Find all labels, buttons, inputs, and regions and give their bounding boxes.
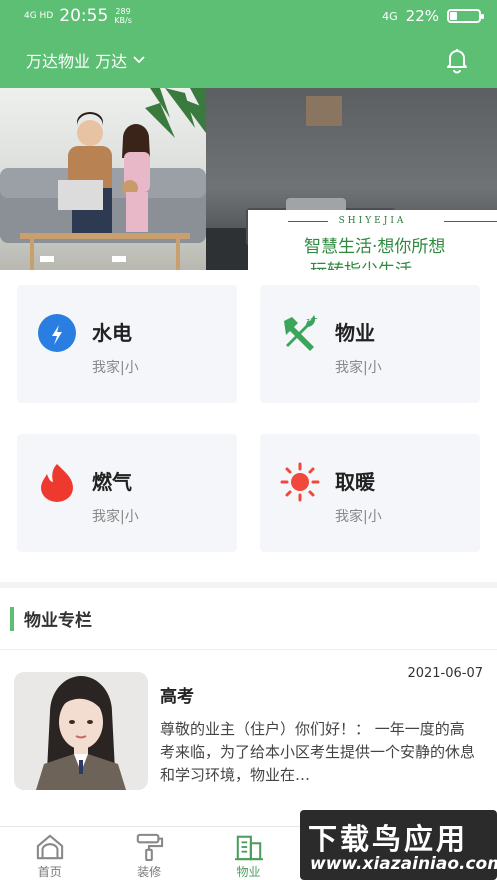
watermark-overlay: 下载鸟应用 www.xiazainiao.com bbox=[300, 810, 497, 880]
article-excerpt: 尊敬的业主（住户）你们好！： 一年一度的高考来临，为了给本小区考生提供一个安静的… bbox=[160, 720, 476, 784]
status-bar: 4G HD 20:55 289 KB/s 4G 22% bbox=[0, 0, 497, 32]
service-subtitle: 我家|小 bbox=[335, 509, 382, 525]
tab-property[interactable]: 物业 bbox=[199, 827, 298, 880]
service-title: 燃气 bbox=[92, 470, 132, 494]
speed-value: 289 bbox=[115, 7, 131, 16]
paint-roller-icon bbox=[136, 833, 164, 861]
promo-brand: SHIYEJIA bbox=[338, 216, 407, 226]
article-title: 高考 bbox=[160, 687, 194, 707]
tab-label: 首页 bbox=[37, 865, 62, 879]
promo-banner-card: SHIYEJIA 智慧生活·想你所想 玩转指尖生活 bbox=[248, 210, 497, 270]
sun-icon bbox=[280, 462, 320, 502]
tab-home[interactable]: 首页 bbox=[0, 827, 99, 880]
tab-label: 物业 bbox=[236, 865, 261, 879]
service-card-property[interactable]: 物业 我家|小 bbox=[260, 285, 480, 403]
service-title: 水电 bbox=[92, 321, 132, 345]
water-drop-icon bbox=[38, 314, 76, 352]
chevron-down-icon bbox=[133, 56, 145, 64]
battery-percent: 22% bbox=[405, 7, 439, 25]
location-selector[interactable]: 万达物业 万达 bbox=[26, 48, 443, 72]
watermark-title: 下载鸟应用 bbox=[308, 822, 469, 856]
building-icon bbox=[234, 835, 263, 861]
service-grid: 水电 我家|小 物业 我家|小 燃气 我家|小 取暖 我家|小 bbox=[0, 270, 497, 582]
property-column-section: 物业专栏 2021-06-07 高考 尊敬的业主（住户）你们好！： 一年一度的高… bbox=[0, 588, 497, 828]
home-icon bbox=[36, 834, 63, 860]
service-subtitle: 我家|小 bbox=[92, 360, 139, 376]
service-subtitle: 我家|小 bbox=[92, 509, 139, 525]
service-card-water-electric[interactable]: 水电 我家|小 bbox=[17, 285, 237, 403]
service-title: 取暖 bbox=[335, 470, 375, 494]
article-item[interactable]: 2021-06-07 高考 尊敬的业主（住户）你们好！： 一年一度的高考来临，为… bbox=[0, 650, 497, 820]
network-indicator: 4G HD bbox=[24, 10, 54, 21]
article-thumbnail bbox=[14, 672, 148, 790]
service-card-gas[interactable]: 燃气 我家|小 bbox=[17, 434, 237, 552]
bell-icon[interactable] bbox=[443, 46, 471, 74]
service-card-heating[interactable]: 取暖 我家|小 bbox=[260, 434, 480, 552]
banner-carousel[interactable]: SHIYEJIA 智慧生活·想你所想 玩转指尖生活 bbox=[0, 88, 497, 270]
app-header: 万达物业 万达 bbox=[0, 32, 497, 88]
banner-image-family bbox=[0, 88, 206, 270]
avatar-illustration bbox=[36, 676, 126, 790]
network-right: 4G bbox=[382, 9, 398, 23]
network-speed: 289 KB/s bbox=[114, 7, 132, 25]
tab-decoration[interactable]: 装修 bbox=[99, 827, 198, 880]
tools-icon bbox=[284, 315, 318, 351]
location-label: 万达物业 万达 bbox=[26, 52, 128, 71]
watermark-url: www.xiazainiao.com bbox=[310, 854, 497, 874]
family-illustration bbox=[0, 88, 206, 270]
battery-icon bbox=[447, 9, 484, 23]
speed-unit: KB/s bbox=[114, 16, 132, 25]
top-bar: 4G HD 20:55 289 KB/s 4G 22% 万达物业 万达 bbox=[0, 0, 497, 88]
article-date: 2021-06-07 bbox=[407, 666, 483, 681]
section-header: 物业专栏 bbox=[0, 588, 497, 650]
section-accent-bar bbox=[10, 606, 14, 631]
section-title: 物业专栏 bbox=[24, 611, 92, 631]
service-title: 物业 bbox=[335, 321, 375, 345]
promo-line-2: 玩转指尖生活 bbox=[310, 256, 412, 270]
service-subtitle: 我家|小 bbox=[335, 360, 382, 376]
promo-line-1: 智慧生活·想你所想 bbox=[304, 237, 446, 257]
tab-label: 装修 bbox=[137, 865, 162, 879]
status-time: 20:55 bbox=[59, 6, 109, 26]
flame-icon bbox=[41, 464, 73, 502]
